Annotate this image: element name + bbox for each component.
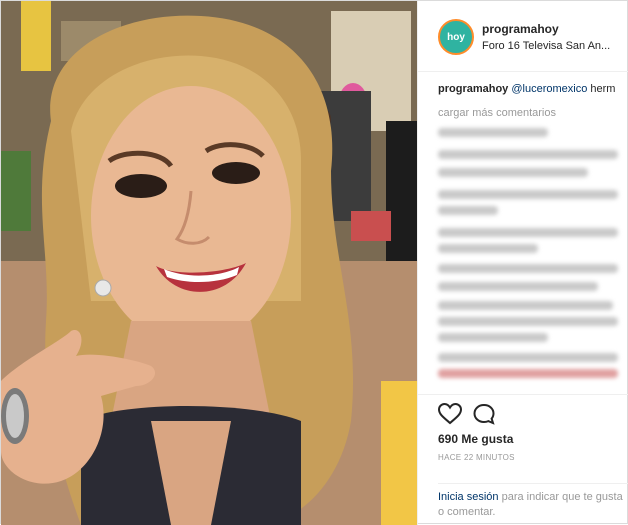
avatar-text: hoy xyxy=(447,31,465,43)
caption-mention[interactable]: @luceromexico xyxy=(511,83,587,95)
likes-count[interactable]: 690 Me gusta xyxy=(438,432,513,446)
blurred-comment xyxy=(438,369,618,378)
login-prompt: Inicia sesión para indicar que te gusta … xyxy=(438,483,628,520)
avatar[interactable]: hoy xyxy=(438,19,474,55)
blurred-comment xyxy=(438,353,618,362)
caption-text: herm xyxy=(590,83,616,95)
post-time: HACE 22 MINUTOS xyxy=(438,453,515,462)
blurred-comment xyxy=(438,301,613,310)
post-actions: 690 Me gusta HACE 22 MINUTOS Inicia sesi… xyxy=(418,394,628,525)
blurred-comment xyxy=(438,168,588,177)
blurred-comment xyxy=(438,228,618,237)
blurred-comment xyxy=(438,190,618,199)
login-link[interactable]: Inicia sesión xyxy=(438,491,499,503)
blurred-comment xyxy=(438,282,598,291)
heart-icon[interactable] xyxy=(438,403,462,425)
post-sidebar: hoy programahoy Foro 16 Televisa San An.… xyxy=(417,1,628,525)
username-link[interactable]: programahoy xyxy=(482,22,559,36)
caption: programahoy @luceromexico herm xyxy=(438,83,628,95)
load-more-comments[interactable]: cargar más comentarios xyxy=(438,107,556,119)
location-link[interactable]: Foro 16 Televisa San An... xyxy=(482,40,610,52)
blurred-comment xyxy=(438,317,618,326)
instagram-post: hoy programahoy Foro 16 Televisa San An.… xyxy=(0,0,628,525)
post-header: hoy programahoy Foro 16 Televisa San An.… xyxy=(418,1,628,72)
blurred-comment xyxy=(438,128,548,137)
caption-username[interactable]: programahoy xyxy=(438,83,508,95)
post-photo[interactable] xyxy=(1,1,417,525)
blurred-comment xyxy=(438,264,618,273)
comment-icon[interactable] xyxy=(472,403,496,425)
blurred-comment xyxy=(438,150,618,159)
blurred-comment xyxy=(438,244,538,253)
blurred-comment xyxy=(438,206,498,215)
blurred-comment xyxy=(438,333,548,342)
